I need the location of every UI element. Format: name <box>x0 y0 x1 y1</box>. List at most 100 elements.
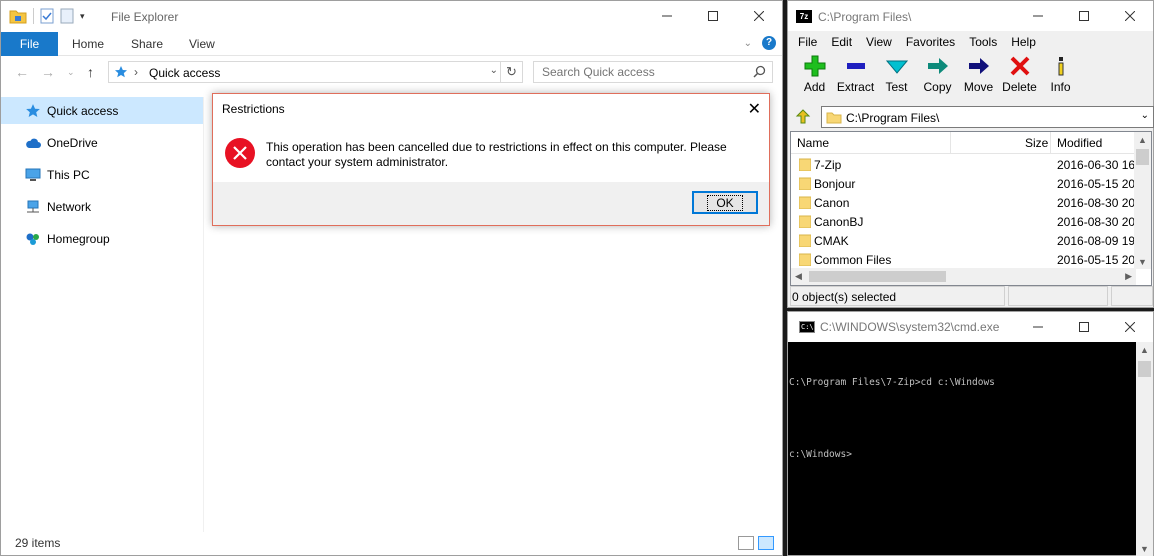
quick-access-toolbar: ▾ <box>9 8 85 24</box>
extract-button[interactable]: Extract <box>835 55 876 101</box>
pane-divider[interactable] <box>203 97 204 532</box>
star-icon <box>115 66 127 78</box>
menu-tools[interactable]: Tools <box>962 31 1004 53</box>
nav-item-homegroup[interactable]: Homegroup <box>1 223 203 255</box>
tab-file[interactable]: File <box>1 32 58 56</box>
plus-icon <box>804 55 825 77</box>
scroll-up-icon[interactable]: ▲ <box>1140 345 1149 355</box>
scroll-thumb[interactable] <box>1138 361 1151 377</box>
ok-button[interactable]: OK <box>692 191 758 214</box>
scroll-down-icon[interactable]: ▼ <box>1138 257 1147 267</box>
menu-view[interactable]: View <box>859 31 899 53</box>
nav-item-label: OneDrive <box>47 136 98 150</box>
list-item[interactable]: CanonBJ 2016-08-30 20: <box>791 212 1151 231</box>
list-item[interactable]: 7-Zip 2016-06-30 16: <box>791 155 1151 174</box>
expand-ribbon-icon[interactable]: ⌄ <box>744 38 752 49</box>
copy-button[interactable]: Copy <box>917 55 958 101</box>
maximize-button[interactable] <box>1061 1 1107 31</box>
tab-home[interactable]: Home <box>72 32 104 56</box>
chevron-down-icon[interactable]: ⌄ <box>1141 110 1149 121</box>
window-controls <box>1015 312 1153 342</box>
recent-locations-icon[interactable]: ⌄ <box>67 67 75 78</box>
column-modified[interactable]: Modified <box>1057 136 1102 150</box>
search-box[interactable] <box>533 61 773 83</box>
menu-favorites[interactable]: Favorites <box>899 31 962 53</box>
delete-label: Delete <box>1002 80 1037 94</box>
menu-edit[interactable]: Edit <box>824 31 859 53</box>
file-modified: 2016-08-30 20: <box>1057 196 1135 210</box>
help-icon[interactable]: ? <box>762 36 776 50</box>
scroll-down-icon[interactable]: ▼ <box>1140 544 1149 554</box>
test-button[interactable]: Test <box>876 55 917 101</box>
list-header: Name Size Modified <box>791 132 1151 154</box>
minimize-button[interactable] <box>1015 312 1061 342</box>
dialog-title: Restrictions <box>222 102 285 116</box>
nav-item-network[interactable]: Network <box>1 191 203 223</box>
list-item[interactable]: Bonjour 2016-05-15 20: <box>791 174 1151 193</box>
test-label: Test <box>885 80 908 94</box>
dialog-close-icon[interactable]: ✕ <box>748 99 761 119</box>
minimize-button[interactable] <box>644 1 690 31</box>
list-item[interactable]: Common Files 2016-05-15 20: <box>791 250 1151 269</box>
file-name: CMAK <box>814 234 849 248</box>
customize-toolbar-icon[interactable]: ▾ <box>80 11 85 22</box>
address-dropdown-icon[interactable]: ⌄ <box>490 65 498 76</box>
up-arrow-icon[interactable]: ↑ <box>87 64 94 80</box>
scroll-left-icon[interactable]: ◀ <box>795 271 802 282</box>
path-combobox[interactable]: C:\Program Files\ ⌄ <box>821 106 1154 128</box>
info-button[interactable]: Info <box>1040 55 1081 101</box>
file-modified: 2016-05-15 20: <box>1057 253 1135 267</box>
nav-item-quick-access[interactable]: Quick access <box>1 97 203 124</box>
list-item[interactable]: Canon 2016-08-30 20: <box>791 193 1151 212</box>
menu-help[interactable]: Help <box>1004 31 1043 53</box>
menu-file[interactable]: File <box>791 31 824 53</box>
close-button[interactable] <box>736 1 782 31</box>
console-output[interactable]: C:\Program Files\7-Zip>cd c:\Windows c:\… <box>789 353 1134 485</box>
list-item[interactable]: CMAK 2016-08-09 19: <box>791 231 1151 250</box>
maximize-button[interactable] <box>690 1 736 31</box>
horizontal-scrollbar[interactable]: ◀ ▶ <box>791 268 1136 285</box>
delete-button[interactable]: Delete <box>999 55 1040 101</box>
add-label: Add <box>803 80 826 94</box>
add-button[interactable]: Add <box>794 55 835 101</box>
toolbar-divider <box>33 8 34 24</box>
star-icon <box>26 103 40 117</box>
nav-item-this-pc[interactable]: This PC <box>1 159 203 191</box>
refresh-icon[interactable]: ↻ <box>500 62 522 82</box>
vertical-scrollbar[interactable]: ▲ ▼ <box>1136 342 1153 556</box>
column-divider[interactable] <box>950 132 951 154</box>
close-button[interactable] <box>1107 1 1153 31</box>
nav-item-onedrive[interactable]: OneDrive <box>1 127 203 159</box>
column-name[interactable]: Name <box>797 136 829 150</box>
tab-share[interactable]: Share <box>131 32 163 56</box>
scroll-right-icon[interactable]: ▶ <box>1125 271 1132 282</box>
minimize-button[interactable] <box>1015 1 1061 31</box>
tab-view[interactable]: View <box>189 32 215 56</box>
toolbar: Add Extract Test Copy Move Delete Info <box>788 55 1153 101</box>
details-view-icon[interactable] <box>738 536 754 550</box>
move-arrow-icon <box>968 58 989 74</box>
up-folder-icon[interactable] <box>795 109 811 125</box>
close-button[interactable] <box>1107 312 1153 342</box>
column-size[interactable]: Size <box>1025 136 1048 150</box>
folder-icon <box>799 158 811 171</box>
move-button[interactable]: Move <box>958 55 999 101</box>
properties-icon[interactable] <box>40 8 54 24</box>
new-folder-icon[interactable] <box>60 8 74 24</box>
large-icons-view-icon[interactable] <box>758 536 774 550</box>
sevenzip-window: 7z C:\Program Files\ File Edit View Favo… <box>787 0 1154 308</box>
search-icon[interactable] <box>753 65 766 78</box>
back-arrow-icon[interactable]: ← <box>15 64 29 80</box>
maximize-button[interactable] <box>1061 312 1107 342</box>
breadcrumb-separator-icon: › <box>134 65 138 79</box>
vertical-scrollbar[interactable]: ▲ ▼ <box>1134 132 1151 269</box>
forward-arrow-icon[interactable]: → <box>41 64 55 80</box>
address-bar[interactable]: › Quick access ⌄ ↻ <box>108 61 523 83</box>
dialog-footer: OK <box>213 182 769 225</box>
column-divider[interactable] <box>1050 132 1051 154</box>
search-input[interactable] <box>542 62 742 82</box>
scroll-thumb[interactable] <box>1136 149 1149 165</box>
nav-item-label: This PC <box>47 168 90 182</box>
scroll-up-icon[interactable]: ▲ <box>1138 135 1147 145</box>
scroll-thumb[interactable] <box>809 271 946 282</box>
